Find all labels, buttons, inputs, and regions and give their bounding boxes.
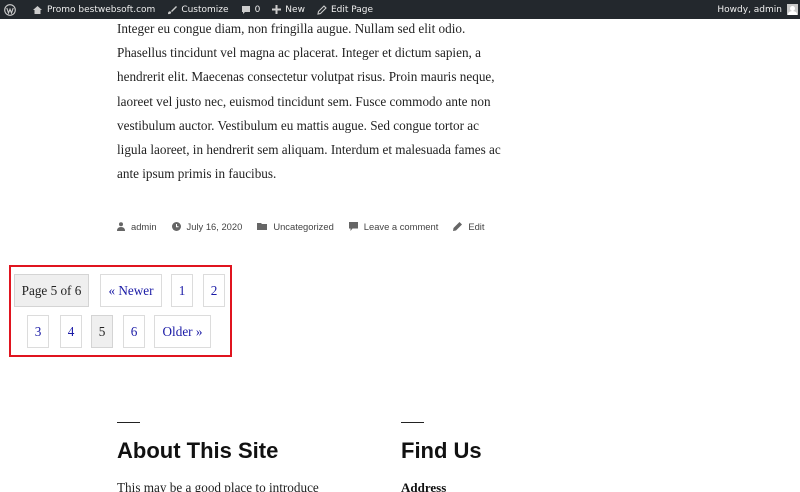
meta-comment[interactable]: Leave a comment [348, 220, 439, 232]
pagination-highlight: Page 5 of 6 « Newer 1 2 3 4 5 6 Older » [9, 265, 232, 357]
address-label: Address [401, 480, 447, 492]
page-link-6[interactable]: 6 [123, 315, 145, 348]
meta-author[interactable]: admin [117, 221, 157, 232]
wordpress-logo-menu[interactable] [0, 0, 26, 19]
author-name: admin [131, 220, 157, 232]
article-body: Integer eu congue diam, non fringilla au… [117, 21, 501, 182]
my-account-menu[interactable]: Howdy, admin [711, 0, 800, 19]
edit-link: Edit [468, 220, 485, 232]
comments-count: 0 [254, 4, 261, 15]
home-icon [32, 5, 43, 15]
page-link-1[interactable]: 1 [171, 274, 193, 307]
find-us-widget-rule [401, 422, 424, 423]
about-widget-text: This may be a good place to introduce [117, 480, 319, 492]
leave-comment-link: Leave a comment [363, 220, 439, 232]
page-current-5: 5 [91, 315, 113, 348]
site-name-label: Promo bestwebsoft.com [47, 4, 156, 15]
post-date: July 16, 2020 [186, 220, 243, 232]
post-meta: admin July 16, 2020 Uncategorized Leave … [117, 219, 499, 233]
pencil-icon [317, 4, 327, 15]
about-widget-title: About This Site [117, 438, 279, 463]
user-icon [117, 221, 125, 231]
clock-icon [171, 221, 181, 231]
about-widget-rule [117, 422, 140, 423]
meta-category[interactable]: Uncategorized [257, 220, 334, 232]
comment-bubble-icon [241, 5, 251, 15]
page-link-2[interactable]: 2 [203, 274, 225, 307]
older-posts-link[interactable]: Older » [154, 315, 211, 348]
avatar [787, 4, 798, 15]
wordpress-icon [4, 3, 16, 16]
newer-posts-link[interactable]: « Newer [100, 274, 162, 307]
page-info: Page 5 of 6 [14, 274, 89, 307]
comment-icon [348, 221, 358, 231]
category-name: Uncategorized [273, 220, 334, 232]
paintbrush-icon [167, 5, 178, 15]
howdy-label: Howdy, admin [717, 4, 782, 15]
plus-icon [272, 5, 282, 14]
customize-label: Customize [181, 4, 229, 15]
meta-edit[interactable]: Edit [453, 221, 484, 232]
page-link-4[interactable]: 4 [60, 315, 82, 348]
folder-icon [257, 222, 268, 230]
meta-date[interactable]: July 16, 2020 [171, 220, 243, 232]
new-label: New [285, 4, 305, 15]
edit-page-label: Edit Page [330, 4, 374, 15]
edit-icon [453, 221, 463, 231]
page-link-3[interactable]: 3 [27, 315, 49, 348]
find-us-widget-title: Find Us [401, 438, 482, 463]
